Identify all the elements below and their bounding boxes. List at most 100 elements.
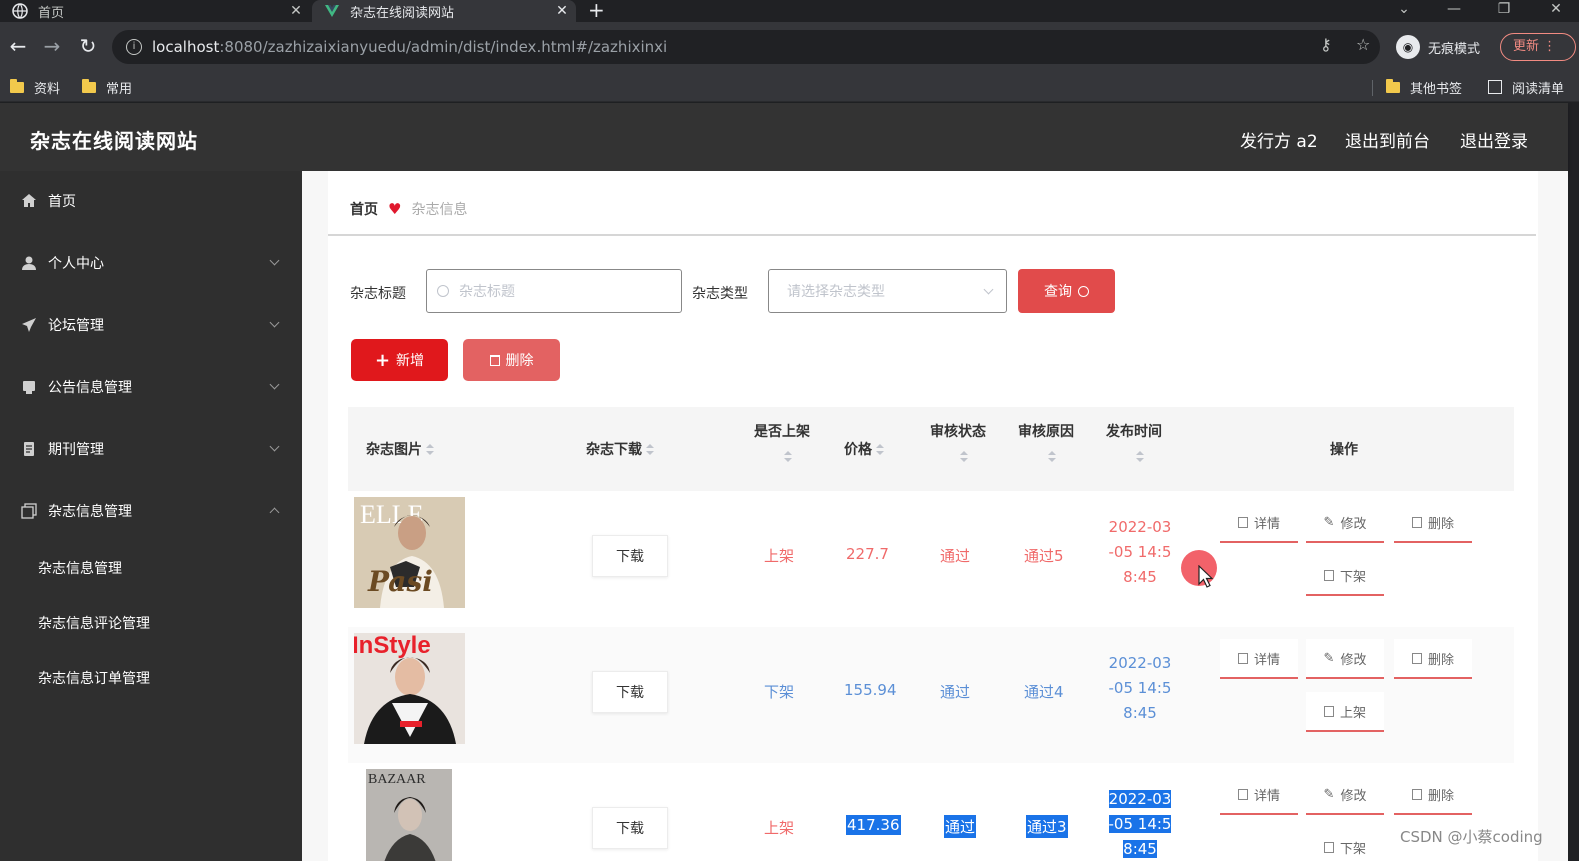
- col-shelf[interactable]: 是否上架: [754, 421, 810, 441]
- tab-search-icon[interactable]: ⌄: [1384, 0, 1424, 22]
- restore-icon[interactable]: ❐: [1484, 0, 1524, 22]
- col-publish-time[interactable]: 发布时间: [1106, 421, 1162, 441]
- detail-button[interactable]: 详情: [1220, 775, 1298, 815]
- download-button[interactable]: 下载: [592, 671, 668, 713]
- delete-button[interactable]: 删除: [1394, 639, 1472, 679]
- col-audit-status[interactable]: 审核状态: [930, 421, 986, 441]
- plus-icon: +: [374, 349, 391, 371]
- price: 227.7: [846, 545, 889, 563]
- sort-icon[interactable]: [960, 451, 968, 463]
- audit-status: 通过: [940, 547, 971, 565]
- breadcrumb: 首页 ♥ 杂志信息: [350, 199, 467, 219]
- sidebar-item-home[interactable]: 首页: [0, 171, 302, 231]
- forward-icon[interactable]: →: [40, 34, 64, 58]
- bookmark-folder-changyong[interactable]: 常用: [82, 77, 132, 97]
- sort-icon: [646, 444, 654, 456]
- key-icon[interactable]: ⚷: [1320, 35, 1332, 54]
- delete-button[interactable]: 删除: [1394, 775, 1472, 815]
- sidebar-subitem-magazine-orders[interactable]: 杂志信息订单管理: [0, 651, 302, 705]
- table-row: InStyle 下载 下架 155.94 通过 通过4 2022-03 -05 1…: [348, 627, 1514, 763]
- app-header: 杂志在线阅读网站 发行方 a2 退出到前台 退出登录: [0, 103, 1568, 171]
- address-bar-row: ← → ↻ i localhost:8080/zazhizaixianyuedu…: [0, 22, 1579, 72]
- minimize-icon[interactable]: —: [1434, 0, 1474, 22]
- edit-button[interactable]: ✎ 修改: [1306, 775, 1384, 815]
- col-download[interactable]: 杂志下载: [586, 439, 654, 459]
- sort-icon[interactable]: [784, 451, 792, 463]
- magazine-cover-image[interactable]: ELLE Pasi: [354, 497, 465, 608]
- sort-icon[interactable]: [1048, 451, 1056, 463]
- close-window-icon[interactable]: ✕: [1536, 0, 1576, 22]
- reading-list-icon: [1488, 80, 1502, 94]
- incognito-icon: ◉: [1396, 35, 1420, 59]
- batch-delete-button[interactable]: 删除: [463, 339, 560, 381]
- breadcrumb-home[interactable]: 首页: [350, 199, 378, 219]
- detail-button[interactable]: 详情: [1220, 639, 1298, 679]
- trash-icon: [1411, 788, 1422, 800]
- sidebar-item-journal[interactable]: 期刊管理: [0, 419, 302, 479]
- sidebar-subitem-magazine-comments[interactable]: 杂志信息评论管理: [0, 596, 302, 650]
- pencil-icon: ✎: [1323, 786, 1335, 802]
- col-cover[interactable]: 杂志图片: [366, 439, 434, 459]
- sort-icon[interactable]: [1136, 451, 1144, 463]
- toggle-shelf-button[interactable]: 下架: [1306, 556, 1384, 596]
- reading-list[interactable]: 阅读清单: [1488, 77, 1564, 97]
- browser-tab-bar: 首页 ✕ 杂志在线阅读网站 ✕ + ⌄ — ❐ ✕: [0, 0, 1579, 22]
- toggle-shelf-button[interactable]: 上架: [1306, 692, 1384, 732]
- main-area: 首页 ♥ 杂志信息 杂志标题 杂志标题 杂志类型 请选择杂志类型 查询 + 新增 …: [302, 171, 1568, 861]
- bookmark-folder-ziliao[interactable]: 资料: [10, 77, 60, 97]
- sidebar-item-forum[interactable]: 论坛管理: [0, 295, 302, 355]
- folder-icon: [1386, 78, 1400, 93]
- document-icon: [1323, 841, 1334, 853]
- reload-icon[interactable]: ↻: [76, 34, 100, 58]
- edit-button[interactable]: ✎ 修改: [1306, 503, 1384, 543]
- incognito-indicator[interactable]: ◉ 无痕模式: [1396, 32, 1480, 62]
- url-field[interactable]: i localhost:8080/zazhizaixianyuedu/admin…: [112, 30, 1380, 64]
- magazine-cover-image[interactable]: BAZAAR: [366, 769, 452, 861]
- audit-status: 通过: [944, 815, 977, 838]
- trash-icon: [1411, 652, 1422, 664]
- detail-button[interactable]: 详情: [1220, 503, 1298, 543]
- document-icon: [1323, 569, 1334, 581]
- title-search-input[interactable]: 杂志标题: [426, 269, 682, 313]
- tab-home[interactable]: 首页 ✕: [0, 0, 310, 22]
- price: 417.36: [846, 815, 901, 835]
- add-button[interactable]: + 新增: [351, 339, 448, 381]
- update-button[interactable]: 更新 ⋮: [1500, 33, 1576, 61]
- delete-button[interactable]: 删除: [1394, 503, 1472, 543]
- document-icon: [1237, 652, 1248, 664]
- tab-magazine-site[interactable]: 杂志在线阅读网站 ✕: [312, 0, 576, 22]
- star-icon[interactable]: ☆: [1356, 35, 1370, 54]
- exit-to-front-link[interactable]: 退出到前台: [1345, 127, 1430, 152]
- mouse-cursor-icon: [1198, 565, 1214, 588]
- title-search-label: 杂志标题: [350, 286, 406, 302]
- document-icon: [1237, 788, 1248, 800]
- new-tab-icon[interactable]: +: [588, 0, 605, 22]
- close-tab-icon[interactable]: ✕: [548, 3, 576, 19]
- close-tab-icon[interactable]: ✕: [282, 3, 310, 19]
- audit-reason: 通过3: [1026, 815, 1068, 838]
- download-button[interactable]: 下载: [592, 807, 668, 849]
- col-price[interactable]: 价格: [844, 439, 884, 459]
- search-icon: [1078, 285, 1089, 297]
- chevron-down-icon: [269, 317, 280, 328]
- edit-button[interactable]: ✎ 修改: [1306, 639, 1384, 679]
- site-info-icon[interactable]: i: [126, 39, 142, 55]
- type-select[interactable]: 请选择杂志类型: [768, 269, 1007, 313]
- sidebar-item-personal-center[interactable]: 个人中心: [0, 233, 302, 293]
- toggle-shelf-button[interactable]: 下架: [1306, 828, 1384, 861]
- shelf-status: 上架: [764, 819, 795, 837]
- query-button[interactable]: 查询: [1018, 269, 1115, 313]
- sidebar-subitem-magazine-info[interactable]: 杂志信息管理: [0, 541, 302, 595]
- audit-status: 通过: [940, 683, 971, 701]
- magazine-cover-image[interactable]: InStyle: [354, 633, 465, 744]
- logout-link[interactable]: 退出登录: [1460, 127, 1528, 152]
- col-audit-reason[interactable]: 审核原因: [1018, 421, 1074, 441]
- sidebar-item-magazine[interactable]: 杂志信息管理: [0, 481, 302, 541]
- sort-icon: [426, 444, 434, 456]
- back-icon[interactable]: ←: [6, 34, 30, 58]
- pencil-icon: ✎: [1323, 650, 1335, 666]
- publish-time: 2022-03 -05 14:5 8:45: [1108, 654, 1172, 722]
- download-button[interactable]: 下载: [592, 535, 668, 577]
- other-bookmarks[interactable]: 其他书签: [1386, 77, 1462, 97]
- sidebar-item-notice[interactable]: 公告信息管理: [0, 357, 302, 417]
